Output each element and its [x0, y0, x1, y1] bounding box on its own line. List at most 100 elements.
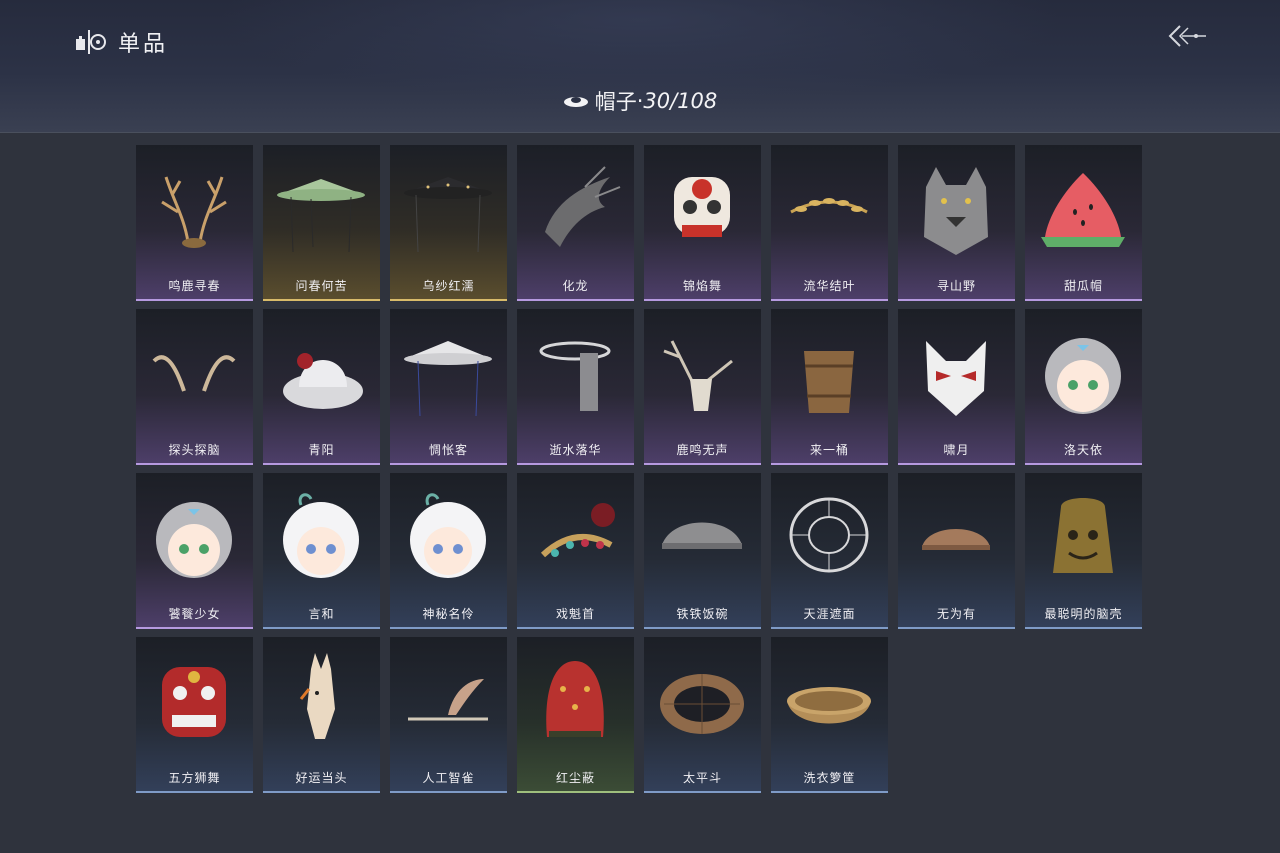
hat-card[interactable]: 问春何苦	[263, 145, 380, 301]
bronze-bell-icon	[1053, 498, 1113, 573]
chibi-white-hair-head-icon	[410, 493, 486, 578]
hat-card[interactable]: 探头探脑	[136, 309, 253, 465]
hat-card[interactable]: 洗衣箩筐	[771, 637, 888, 793]
hat-card[interactable]: 流华结叶	[771, 145, 888, 301]
hat-card[interactable]: 人工智雀	[390, 637, 507, 793]
donkey-head-icon	[299, 653, 335, 739]
chibi-girl-head-icon	[1045, 338, 1121, 414]
category-label: 帽子	[594, 90, 637, 114]
hat-card[interactable]: 最聪明的脑壳	[1025, 473, 1142, 629]
clay-bowl-icon	[922, 529, 990, 550]
hat-card-label: 铁铁饭碗	[676, 607, 729, 621]
feather-horns-icon	[152, 355, 236, 392]
category-header: 帽子·30/108	[0, 86, 1280, 116]
red-lion-mask-icon	[162, 667, 226, 737]
woven-basket-hat-icon	[660, 674, 744, 734]
green-bamboo-hat-icon	[277, 179, 365, 253]
hat-card[interactable]: 化龙	[517, 145, 634, 301]
hat-card-label: 惆怅客	[428, 443, 468, 457]
hat-card-label: 鸣鹿寻春	[168, 279, 221, 293]
hat-card[interactable]: 好运当头	[263, 637, 380, 793]
hat-card-label: 逝水落华	[549, 443, 602, 457]
deer-skull-icon	[663, 340, 733, 411]
hat-card-label: 太平斗	[682, 771, 722, 785]
watermelon-hat-icon	[1041, 173, 1125, 247]
hat-card-label: 啸月	[943, 443, 970, 457]
white-bamboo-hat-icon	[404, 341, 492, 417]
hat-card-label: 饕餮少女	[168, 607, 221, 621]
hat-card-label: 流华结叶	[803, 279, 856, 293]
hat-card-label: 无为有	[936, 607, 976, 621]
hat-card[interactable]: 洛天依	[1025, 309, 1142, 465]
chibi-white-hair-head-icon	[283, 493, 359, 578]
item-grid: 鸣鹿寻春 问春何苦 乌纱红濡 化龙 锦焰舞 流华结叶 寻山野 甜瓜帽探头探脑 青阳 惆怅客 逝水落华…	[136, 145, 1146, 793]
hat-card[interactable]: 甜瓜帽	[1025, 145, 1142, 301]
hat-card[interactable]: 来一桶	[771, 309, 888, 465]
hat-card[interactable]: 饕餮少女	[136, 473, 253, 629]
dragon-head-icon	[545, 166, 621, 247]
wolf-head-icon	[924, 167, 988, 255]
hat-card-label: 乌纱红濡	[422, 279, 475, 293]
hat-card[interactable]: 天涯遮面	[771, 473, 888, 629]
wardrobe-icon	[76, 30, 106, 54]
back-arrow-icon[interactable]	[1166, 22, 1210, 50]
hat-card[interactable]: 青阳	[263, 309, 380, 465]
hat-card[interactable]: 鸣鹿寻春	[136, 145, 253, 301]
hat-card-label: 五方狮舞	[168, 771, 221, 785]
hat-card-label: 甜瓜帽	[1063, 279, 1103, 293]
hat-card-label: 锦焰舞	[682, 279, 722, 293]
hat-card-label: 红尘蔽	[555, 771, 595, 785]
hat-card-label: 洗衣箩筐	[803, 771, 856, 785]
hat-card-label: 化龙	[562, 279, 589, 293]
hat-icon	[563, 97, 588, 107]
gold-leaf-circlet-icon	[790, 198, 868, 214]
hat-card-label: 天涯遮面	[803, 607, 856, 621]
black-veil-hat-icon	[404, 177, 492, 253]
hat-card[interactable]: 戏魁首	[517, 473, 634, 629]
hat-card-label: 青阳	[308, 443, 335, 457]
hat-card[interactable]: 逝水落华	[517, 309, 634, 465]
hat-card[interactable]: 锦焰舞	[644, 145, 761, 301]
iron-bowl-icon	[662, 522, 742, 549]
hat-card[interactable]: 啸月	[898, 309, 1015, 465]
hat-card-label: 最聪明的脑壳	[1044, 607, 1123, 621]
hat-card[interactable]: 铁铁饭碗	[644, 473, 761, 629]
hat-card-label: 探头探脑	[168, 443, 221, 457]
hat-card-label: 来一桶	[809, 443, 849, 457]
bird-hairpin-icon	[408, 679, 488, 721]
antler-crown-icon	[161, 176, 227, 248]
laundry-basket-icon	[787, 687, 871, 724]
wooden-bucket-icon	[804, 351, 854, 413]
hat-card-label: 寻山野	[936, 279, 976, 293]
hat-card[interactable]: 红尘蔽	[517, 637, 634, 793]
hat-card-label: 神秘名伶	[422, 607, 475, 621]
veil-headdress-icon	[539, 341, 611, 411]
wire-cage-hat-icon	[789, 497, 869, 573]
hat-card-label: 鹿鸣无声	[676, 443, 729, 457]
hat-card-label: 洛天依	[1063, 443, 1103, 457]
hat-card[interactable]: 无为有	[898, 473, 1015, 629]
hat-card[interactable]: 寻山野	[898, 145, 1015, 301]
page-title-group: 单品	[74, 26, 168, 58]
hat-card[interactable]: 乌纱红濡	[390, 145, 507, 301]
header-bar: 单品 帽子·30/108	[0, 0, 1280, 133]
chibi-girl-head-icon	[156, 502, 232, 578]
hat-card-label: 人工智雀	[422, 771, 475, 785]
white-wide-hat-icon	[283, 353, 363, 409]
hat-card[interactable]: 鹿鸣无声	[644, 309, 761, 465]
collection-count: 30/108	[643, 89, 718, 113]
hat-card[interactable]: 五方狮舞	[136, 637, 253, 793]
hat-card[interactable]: 惆怅客	[390, 309, 507, 465]
hat-card-label: 言和	[308, 607, 335, 621]
hat-card-label: 问春何苦	[295, 279, 348, 293]
page-title: 单品	[118, 32, 169, 57]
hat-card-label: 戏魁首	[555, 607, 595, 621]
fox-mask-icon	[926, 341, 986, 416]
red-hood-icon	[546, 661, 604, 737]
hat-card[interactable]: 言和	[263, 473, 380, 629]
hat-card[interactable]: 太平斗	[644, 637, 761, 793]
lion-dance-mask-icon	[674, 177, 730, 237]
hat-card-label: 好运当头	[295, 771, 348, 785]
opera-headdress-icon	[540, 503, 615, 558]
hat-card[interactable]: 神秘名伶	[390, 473, 507, 629]
